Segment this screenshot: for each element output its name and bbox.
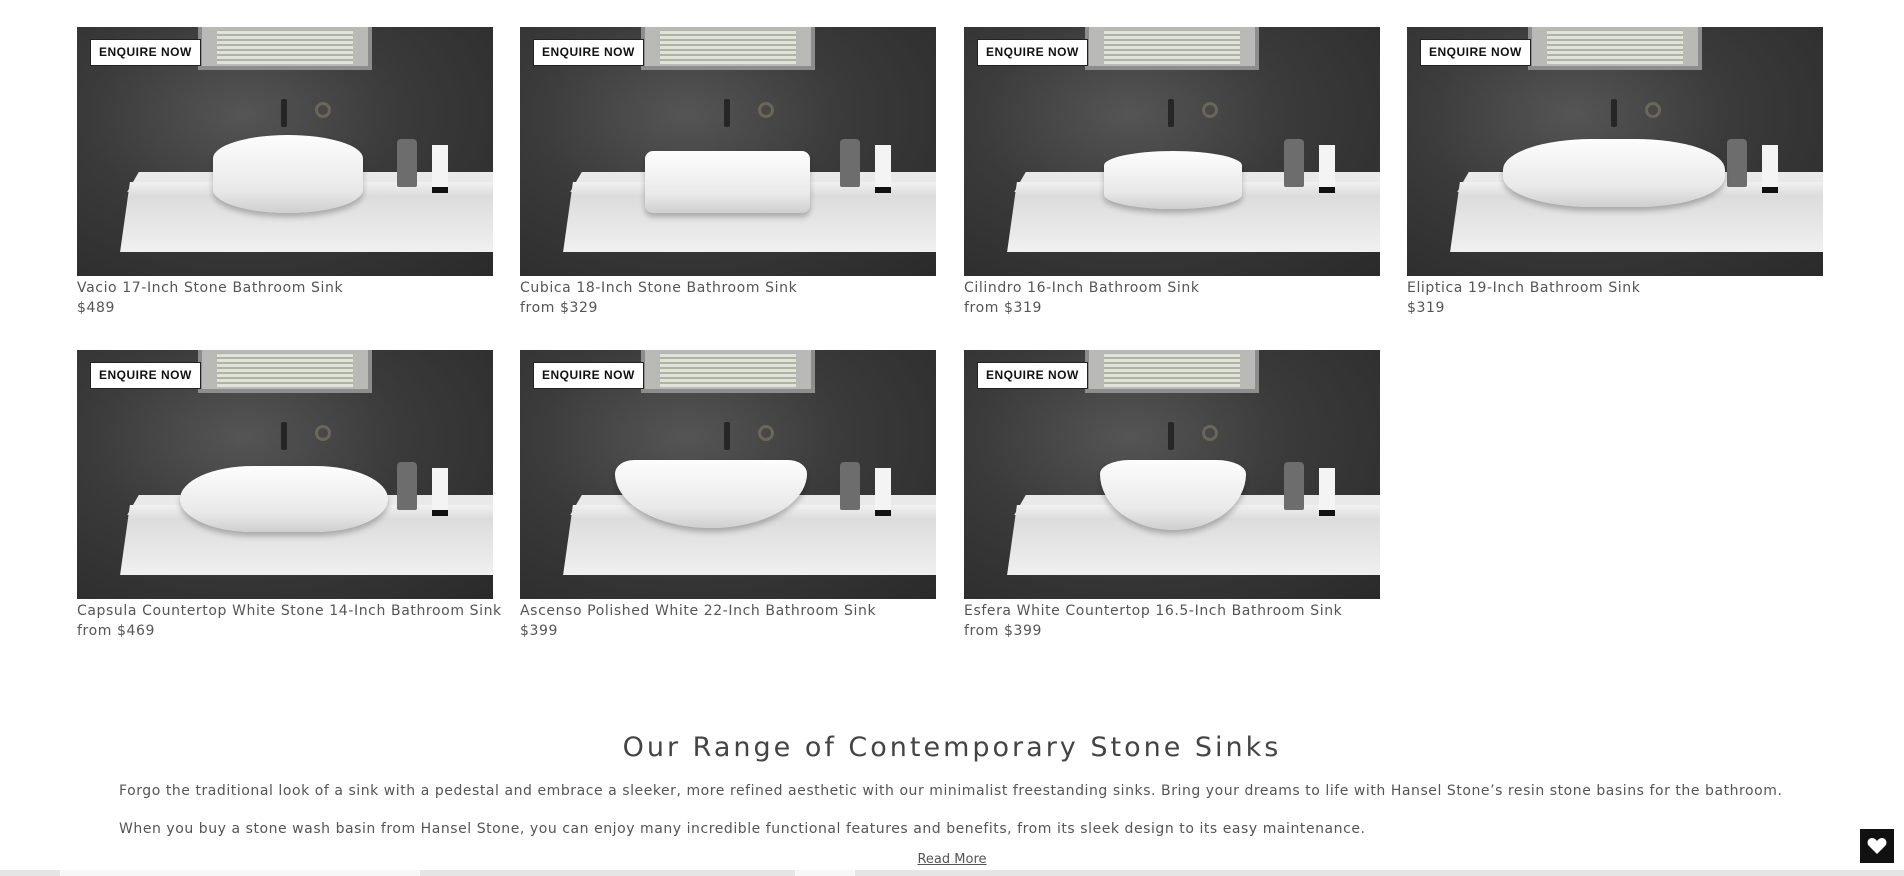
product-image[interactable]: ENQUIRE NOW (964, 27, 1380, 276)
product-card[interactable]: ENQUIRE NOW Ascenso Polished White 22-In… (520, 350, 936, 639)
enquire-now-button[interactable]: ENQUIRE NOW (977, 362, 1088, 389)
product-card[interactable]: ENQUIRE NOW Esfera White Countertop 16.5… (964, 350, 1380, 639)
enquire-now-button[interactable]: ENQUIRE NOW (533, 39, 644, 66)
enquire-now-button[interactable]: ENQUIRE NOW (533, 362, 644, 389)
product-price: from $399 (964, 623, 1043, 639)
sink-illustration (213, 135, 363, 213)
product-name[interactable]: Ascenso Polished White 22-Inch Bathroom … (520, 603, 936, 619)
product-name[interactable]: Eliptica 19-Inch Bathroom Sink (1407, 280, 1823, 296)
sink-illustration (645, 151, 810, 213)
product-card[interactable]: ENQUIRE NOW Eliptica 19-Inch Bathroom Si… (1407, 27, 1823, 316)
page-bottom-strip (0, 870, 1904, 876)
product-name[interactable]: Esfera White Countertop 16.5-Inch Bathro… (964, 603, 1380, 619)
sink-illustration (1104, 151, 1242, 209)
product-card[interactable]: ENQUIRE NOW Cilindro 16-Inch Bathroom Si… (964, 27, 1380, 316)
product-card[interactable]: ENQUIRE NOW Cubica 18-Inch Stone Bathroo… (520, 27, 936, 316)
section-paragraph: When you buy a stone wash basin from Han… (119, 821, 1366, 837)
heart-icon (1867, 838, 1887, 854)
product-card[interactable]: ENQUIRE NOW Capsula Countertop White Sto… (77, 350, 501, 639)
section-title: Our Range of Contemporary Stone Sinks (622, 732, 1282, 763)
product-name[interactable]: Capsula Countertop White Stone 14-Inch B… (77, 603, 501, 619)
product-price: from $469 (77, 623, 156, 639)
section-paragraph: Forgo the traditional look of a sink wit… (119, 783, 1783, 799)
product-image[interactable]: ENQUIRE NOW (77, 27, 493, 276)
product-image[interactable]: ENQUIRE NOW (77, 350, 493, 599)
read-more-container: Read More (0, 852, 1904, 867)
product-name[interactable]: Vacio 17-Inch Stone Bathroom Sink (77, 280, 493, 296)
sink-illustration (1503, 139, 1725, 207)
product-price: $319 (1407, 300, 1446, 316)
product-image[interactable]: ENQUIRE NOW (1407, 27, 1823, 276)
product-price: $489 (77, 300, 116, 316)
enquire-now-button[interactable]: ENQUIRE NOW (90, 39, 201, 66)
product-card[interactable]: ENQUIRE NOW Vacio 17-Inch Stone Bathroom… (77, 27, 493, 316)
product-price: from $329 (520, 300, 599, 316)
product-price: from $319 (964, 300, 1043, 316)
product-name[interactable]: Cilindro 16-Inch Bathroom Sink (964, 280, 1380, 296)
enquire-now-button[interactable]: ENQUIRE NOW (977, 39, 1088, 66)
product-price: $399 (520, 623, 559, 639)
sink-illustration (180, 466, 388, 532)
wishlist-button[interactable] (1860, 829, 1894, 863)
product-image[interactable]: ENQUIRE NOW (520, 27, 936, 276)
product-image[interactable]: ENQUIRE NOW (520, 350, 936, 599)
enquire-now-button[interactable]: ENQUIRE NOW (1420, 39, 1531, 66)
product-name[interactable]: Cubica 18-Inch Stone Bathroom Sink (520, 280, 936, 296)
enquire-now-button[interactable]: ENQUIRE NOW (90, 362, 201, 389)
product-image[interactable]: ENQUIRE NOW (964, 350, 1380, 599)
read-more-link[interactable]: Read More (917, 852, 986, 867)
